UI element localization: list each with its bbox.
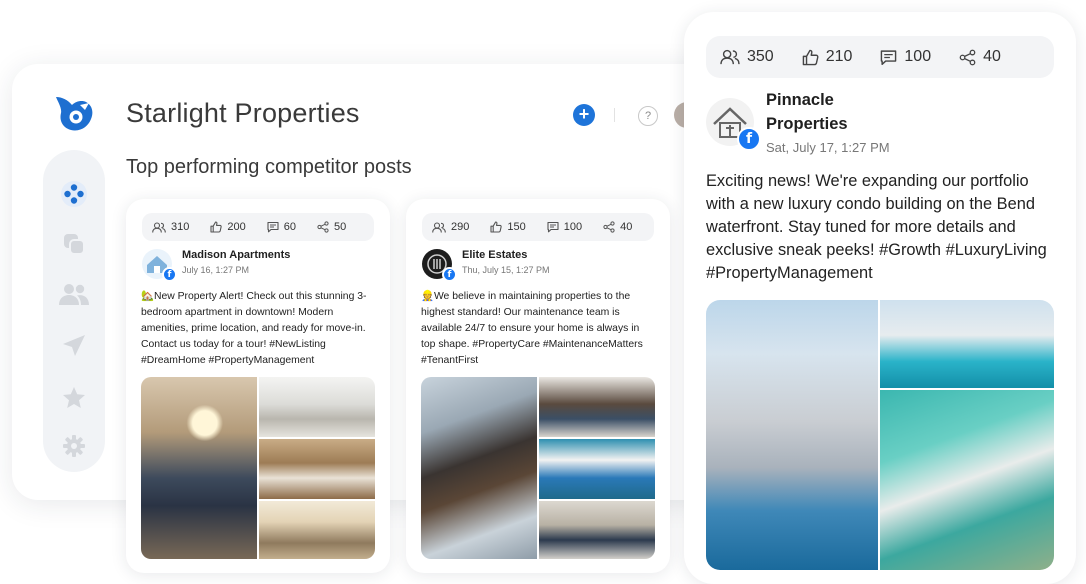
add-button[interactable]: + bbox=[573, 104, 595, 126]
shares-count: 50 bbox=[333, 221, 347, 233]
likes-count: 210 bbox=[825, 48, 853, 65]
sidebar-item-settings[interactable] bbox=[43, 426, 105, 466]
users-icon bbox=[432, 221, 446, 233]
comment-icon bbox=[267, 221, 279, 233]
reach-stat: 290 bbox=[432, 221, 469, 233]
comments-count: 100 bbox=[904, 48, 932, 65]
post-date: Thu, July 15, 1:27 PM bbox=[462, 265, 550, 275]
post-stats: 310 200 60 50 bbox=[142, 213, 374, 241]
post-author: f Pinnacle Properties Sat, July 17, 1:27… bbox=[706, 88, 906, 155]
star-icon bbox=[63, 387, 85, 408]
shares-stat: 40 bbox=[959, 48, 1001, 66]
sidebar-item-posts[interactable] bbox=[43, 224, 105, 264]
reach-count: 350 bbox=[747, 48, 774, 65]
likes-count: 150 bbox=[507, 221, 526, 233]
photo-skyline[interactable] bbox=[706, 300, 878, 570]
comments-count: 100 bbox=[563, 221, 583, 233]
shares-stat: 40 bbox=[603, 221, 632, 233]
users-icon bbox=[720, 49, 740, 65]
comment-icon bbox=[881, 49, 897, 65]
post-author: f Madison Apartments July 16, 1:27 PM bbox=[142, 249, 290, 282]
shares-stat: 50 bbox=[317, 221, 346, 233]
comments-stat: 100 bbox=[880, 48, 931, 66]
author-avatar[interactable]: f bbox=[706, 98, 761, 151]
facebook-icon: f bbox=[442, 267, 457, 282]
photo-electrician[interactable] bbox=[539, 377, 655, 437]
send-icon bbox=[63, 335, 85, 356]
users-icon bbox=[59, 284, 89, 305]
post-date: Sat, July 17, 1:27 PM bbox=[766, 140, 890, 155]
comments-count: 60 bbox=[283, 221, 296, 233]
sidebar-item-favorites[interactable] bbox=[43, 378, 105, 418]
author-name[interactable]: Madison Apartments bbox=[182, 249, 290, 261]
divider bbox=[614, 108, 615, 122]
photo-ac-repair[interactable] bbox=[539, 439, 655, 499]
author-avatar[interactable]: f bbox=[422, 249, 457, 282]
sidebar bbox=[43, 150, 105, 472]
post-stats: 290 150 100 40 bbox=[422, 213, 654, 241]
photo-kitchen[interactable] bbox=[259, 377, 375, 437]
post-gallery[interactable] bbox=[141, 377, 375, 559]
author-avatar[interactable]: f bbox=[142, 249, 177, 282]
section-title: Top performing competitor posts bbox=[126, 156, 412, 178]
shares-count: 40 bbox=[620, 221, 633, 233]
facebook-icon: f bbox=[162, 267, 177, 282]
share-icon bbox=[959, 49, 976, 65]
facebook-icon: f bbox=[737, 127, 761, 151]
users-icon bbox=[152, 221, 166, 233]
author-name[interactable]: Elite Estates bbox=[462, 249, 550, 261]
app-logo[interactable] bbox=[52, 94, 96, 134]
gear-icon bbox=[63, 435, 85, 457]
reach-count: 310 bbox=[171, 221, 190, 233]
post-gallery[interactable] bbox=[421, 377, 655, 559]
thumbs-up-icon bbox=[210, 221, 223, 233]
photo-living-room[interactable] bbox=[141, 377, 257, 559]
post-card-madison[interactable]: 310 200 60 50 f Madison Apartments July … bbox=[126, 199, 390, 573]
reach-count: 290 bbox=[451, 221, 470, 233]
post-author: f Elite Estates Thu, July 15, 1:27 PM bbox=[422, 249, 550, 282]
photo-wall-repair[interactable] bbox=[539, 501, 655, 559]
sidebar-item-dashboard[interactable] bbox=[43, 174, 105, 214]
photo-bedroom[interactable] bbox=[259, 439, 375, 499]
share-icon bbox=[603, 221, 615, 233]
post-text: 🏡New Property Alert! Check out this stun… bbox=[141, 291, 367, 366]
app-title: Starlight Properties bbox=[126, 98, 360, 128]
reach-stat: 350 bbox=[720, 48, 774, 66]
post-card-elite[interactable]: 290 150 100 40 f Elite Estates Thu, July… bbox=[406, 199, 670, 573]
share-icon bbox=[317, 221, 329, 233]
reach-stat: 310 bbox=[152, 221, 189, 233]
shares-count: 40 bbox=[983, 48, 1001, 65]
photo-marina[interactable] bbox=[880, 390, 1054, 570]
thumbs-up-icon bbox=[802, 49, 819, 65]
copy-icon bbox=[64, 234, 85, 255]
post-gallery[interactable] bbox=[706, 300, 1054, 570]
thumbs-up-icon bbox=[490, 221, 503, 233]
post-text: Exciting news! We're expanding our portf… bbox=[706, 172, 1047, 282]
post-card-pinnacle[interactable]: 350 210 100 40 f Pinnacle Properties Sat… bbox=[684, 12, 1076, 584]
author-name[interactable]: Pinnacle Properties bbox=[766, 88, 906, 136]
comments-stat: 60 bbox=[267, 221, 296, 233]
post-date: July 16, 1:27 PM bbox=[182, 265, 250, 275]
comments-stat: 100 bbox=[547, 221, 582, 233]
photo-pool[interactable] bbox=[880, 300, 1054, 388]
likes-stat: 200 bbox=[210, 221, 246, 233]
photo-plumber[interactable] bbox=[421, 377, 537, 559]
comment-icon bbox=[547, 221, 559, 233]
post-text: 👷We believe in maintaining properties to… bbox=[421, 291, 643, 366]
sidebar-item-publish[interactable] bbox=[43, 326, 105, 366]
likes-count: 200 bbox=[227, 221, 246, 233]
likes-stat: 150 bbox=[490, 221, 526, 233]
help-button[interactable]: ? bbox=[638, 106, 658, 126]
post-stats: 350 210 100 40 bbox=[706, 36, 1054, 78]
network-icon bbox=[61, 181, 87, 207]
sidebar-item-audience[interactable] bbox=[43, 274, 105, 314]
likes-stat: 210 bbox=[802, 48, 853, 66]
photo-dining[interactable] bbox=[259, 501, 375, 559]
